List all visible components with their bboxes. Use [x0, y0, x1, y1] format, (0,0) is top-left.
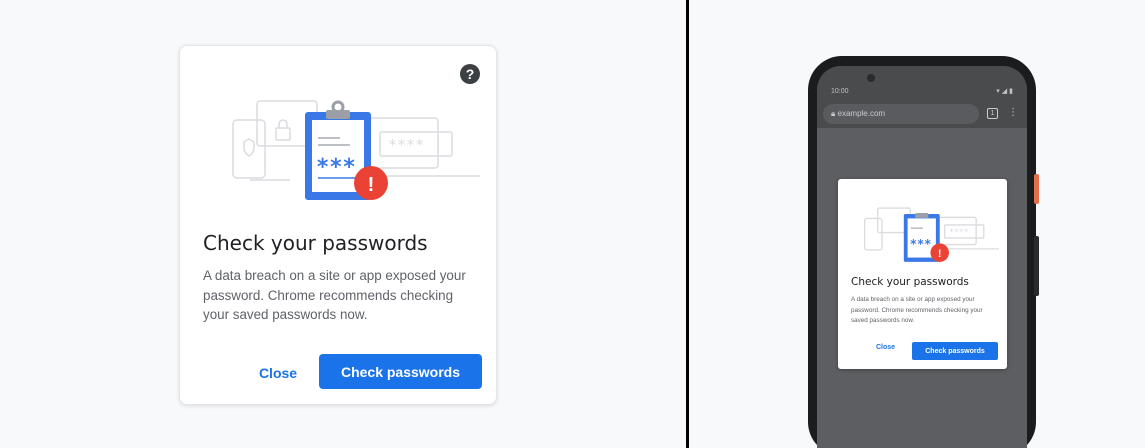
address-field[interactable]: 🔒︎ example.com — [823, 104, 979, 124]
url-text: example.com — [837, 109, 886, 118]
phone-password-check-dialog: **** *** ! Check your passwords A data b… — [838, 179, 1007, 369]
dialog-title: Check your passwords — [203, 231, 428, 255]
phone-illustration-masked-text: *** — [910, 237, 932, 251]
svg-text:!: ! — [938, 248, 942, 260]
illustration-masked-text: *** — [316, 155, 356, 180]
check-passwords-button[interactable]: Check passwords — [319, 354, 482, 389]
lock-icon: 🔒︎ — [831, 109, 836, 118]
camera-icon — [867, 74, 875, 82]
status-icons: ▾◢▮ — [996, 88, 1015, 95]
password-breach-illustration: **** *** ! — [232, 100, 480, 200]
phone-dialog-title: Check your passwords — [851, 276, 969, 288]
phone-volume-button — [1034, 236, 1039, 296]
status-bar: 10:00 ▾◢▮ — [817, 66, 1027, 100]
svg-text:!: ! — [368, 174, 375, 196]
phone-close-button[interactable]: Close — [876, 344, 895, 351]
phone-dialog-body: A data breach on a site or app exposed y… — [851, 296, 983, 324]
tab-switcher-icon[interactable]: 1 — [987, 108, 998, 119]
menu-icon[interactable]: ⋮ — [1008, 106, 1018, 120]
help-icon[interactable]: ? — [460, 64, 480, 84]
password-check-dialog: ? **** *** ! Check your passwords A data… — [179, 45, 497, 405]
url-bar: 🔒︎ example.com 1 ⋮ — [817, 100, 1027, 128]
dialog-body: A data breach on a site or app exposed y… — [203, 268, 466, 322]
phone-power-button — [1034, 174, 1039, 204]
phone-check-passwords-button[interactable]: Check passwords — [912, 342, 998, 360]
phone-password-breach-illustration: **** *** ! — [863, 207, 999, 262]
status-time: 10:00 — [831, 88, 849, 95]
phone-illustration-field-text: **** — [949, 227, 969, 237]
illustration-field-text: **** — [388, 136, 424, 154]
close-button[interactable]: Close — [248, 357, 308, 389]
divider — [686, 0, 689, 448]
